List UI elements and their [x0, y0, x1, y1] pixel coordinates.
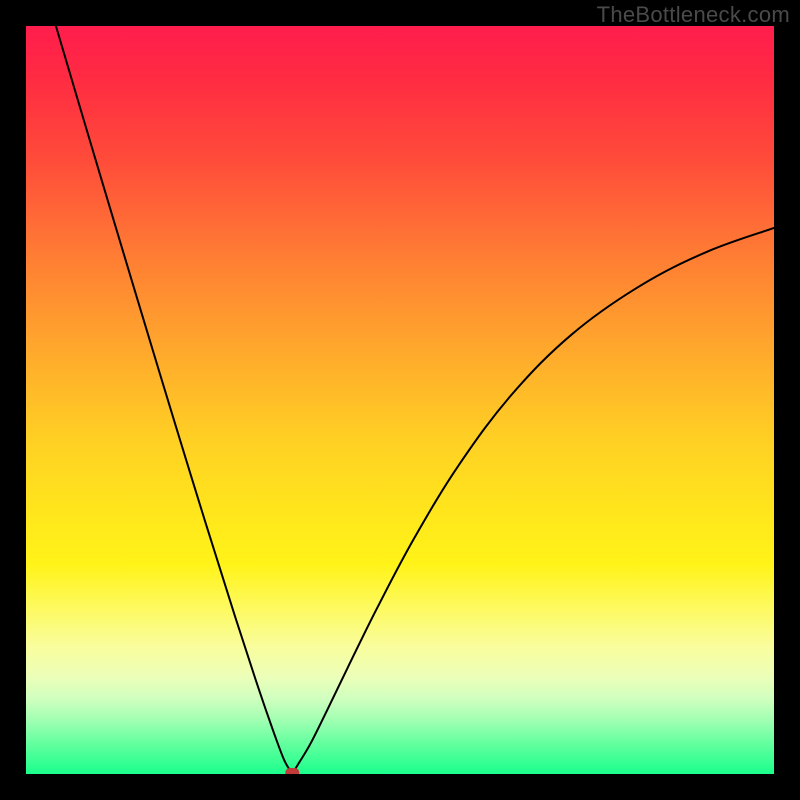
chart-svg: [26, 26, 774, 774]
chart-frame: TheBottleneck.com: [0, 0, 800, 800]
curve-right-branch: [293, 228, 774, 773]
plot-area: [26, 26, 774, 774]
watermark-text: TheBottleneck.com: [597, 2, 790, 28]
optimal-point-marker: [286, 769, 299, 775]
curve-left-branch: [56, 26, 292, 773]
